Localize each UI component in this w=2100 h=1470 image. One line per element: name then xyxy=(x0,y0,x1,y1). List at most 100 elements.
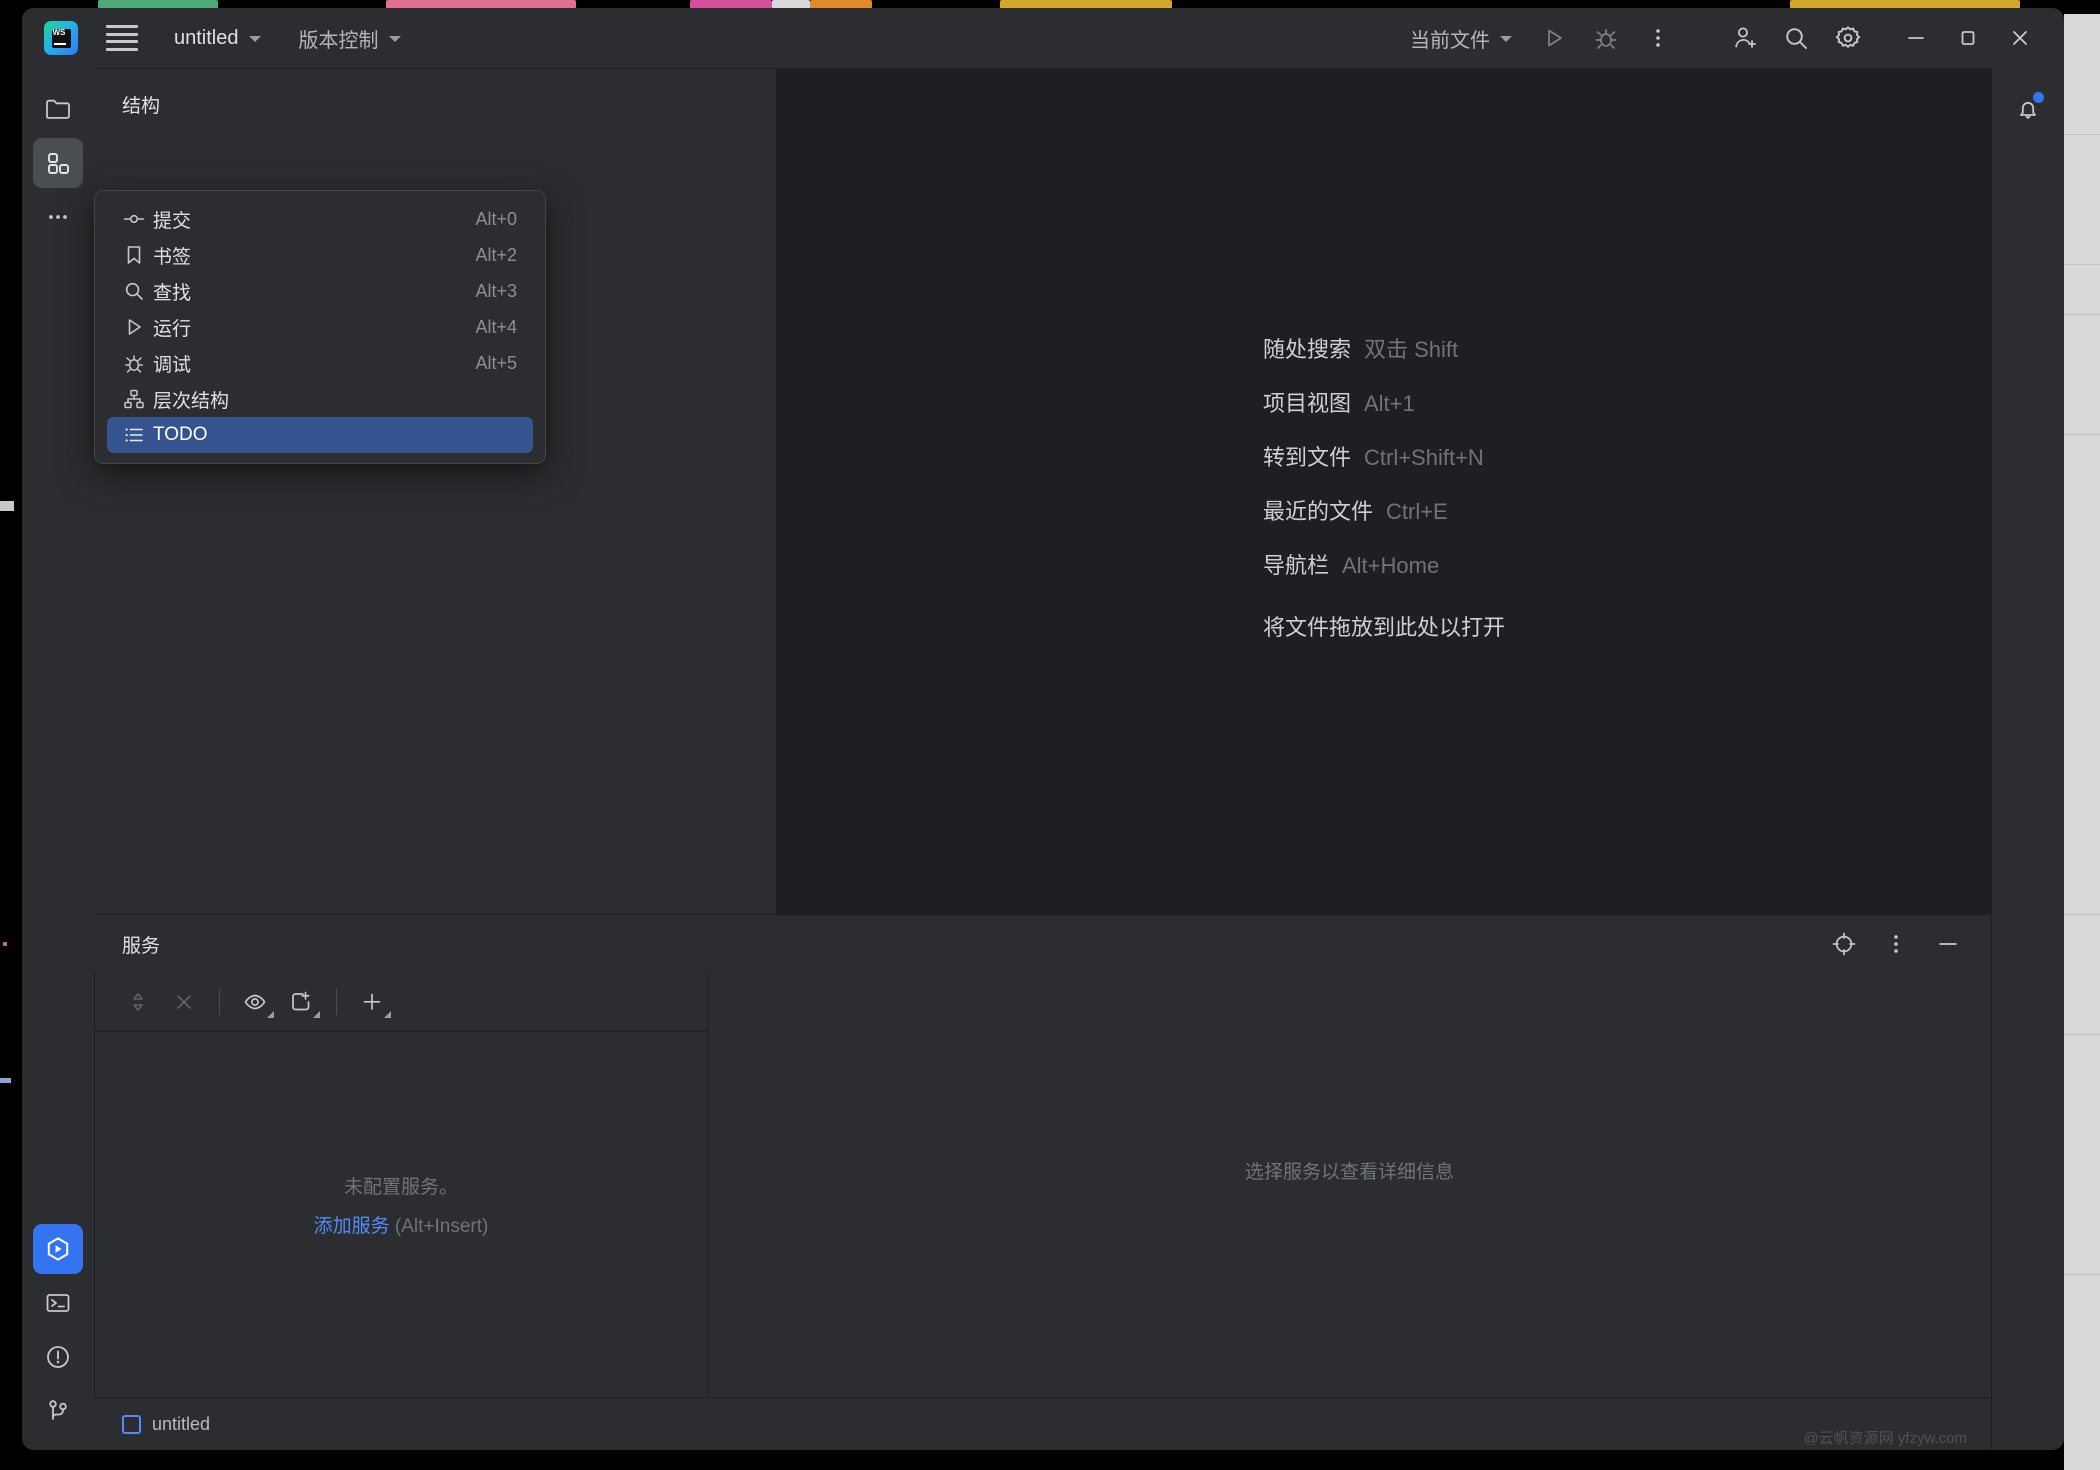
more-vertical-icon xyxy=(1656,29,1660,47)
watermark-text: @云帆资源网 yfzyw.com xyxy=(1803,1430,1967,1447)
sidebar-item-project[interactable] xyxy=(33,84,83,134)
search-icon xyxy=(123,280,153,302)
welcome-shortcut-row: 随处搜索 双击 Shift xyxy=(1263,332,1505,386)
version-control-label: 版本控制 xyxy=(298,29,379,52)
remove-icon xyxy=(177,995,191,1009)
services-title: 服务 xyxy=(122,935,161,957)
services-detail-pane: 选择服务以查看详细信息 xyxy=(708,973,1991,1397)
expand-collapse-button[interactable] xyxy=(115,982,161,1022)
desktop-artifact-left-3 xyxy=(3,942,7,946)
menu-item-书签[interactable]: 书签 Alt+2 xyxy=(107,237,533,273)
locate-target-button[interactable] xyxy=(1827,927,1861,961)
sidebar-item-problems[interactable] xyxy=(33,1332,83,1382)
run-icon xyxy=(123,316,153,338)
menu-item-层次结构[interactable]: 层次结构 xyxy=(107,381,533,417)
main-menu-button[interactable] xyxy=(106,25,138,51)
new-tab-button[interactable] xyxy=(278,982,324,1022)
run-button[interactable] xyxy=(1528,16,1580,60)
view-options-button[interactable] xyxy=(232,982,278,1022)
sidebar-item-more-tool-windows[interactable] xyxy=(33,192,83,242)
structure-panel-title: 结构 xyxy=(122,96,161,117)
menu-item-shortcut: Alt+3 xyxy=(475,280,517,301)
editor-scrollbar[interactable] xyxy=(1985,69,1991,914)
add-service-link[interactable]: 添加服务 xyxy=(314,1216,390,1237)
welcome-action-label: 最近的文件 xyxy=(1262,498,1373,524)
settings-button[interactable] xyxy=(1822,16,1874,60)
menu-item-label: 提交 xyxy=(153,210,192,232)
add-account-button[interactable] xyxy=(1718,16,1770,60)
welcome-shortcut-label: Ctrl+Shift+N xyxy=(1364,444,1484,470)
add-account-icon xyxy=(1735,27,1756,48)
menu-item-调试[interactable]: 调试 Alt+5 xyxy=(107,345,533,381)
add-icon xyxy=(363,993,381,1010)
menu-item-shortcut: Alt+5 xyxy=(475,352,517,373)
title-bar: untitled 版本控制 当前文件 xyxy=(22,8,2064,68)
search-everywhere-button[interactable] xyxy=(1770,16,1822,60)
add-service-shortcut: (Alt+Insert) xyxy=(394,1215,489,1237)
background-window-right xyxy=(2064,14,2100,1470)
sidebar-item-terminal[interactable] xyxy=(33,1278,83,1328)
project-square-icon xyxy=(122,1414,141,1434)
welcome-shortcut-row: 项目视图 Alt+1 xyxy=(1263,386,1505,440)
menu-item-运行[interactable]: 运行 Alt+4 xyxy=(107,309,533,345)
desktop-artifact-left-2 xyxy=(0,1078,11,1083)
expand-collapse-icon xyxy=(133,993,143,1011)
terminal-icon xyxy=(46,1294,70,1312)
menu-item-查找[interactable]: 查找 Alt+3 xyxy=(107,273,533,309)
maximize-window-button[interactable] xyxy=(1942,16,1994,60)
hide-services-panel-button[interactable] xyxy=(1931,927,1965,961)
sidebar-item-version-control[interactable] xyxy=(33,1386,83,1436)
welcome-shortcut-label: Ctrl+E xyxy=(1386,498,1448,524)
more-tool-windows-icon xyxy=(49,215,67,219)
project-name-button[interactable]: untitled xyxy=(168,22,267,55)
menu-item-shortcut: Alt+0 xyxy=(475,208,517,229)
menu-item-label: 层次结构 xyxy=(153,390,230,412)
dropdown-triangle-icon xyxy=(267,1011,274,1018)
menu-item-todo[interactable]: TODO xyxy=(107,417,533,453)
more-actions-button[interactable] xyxy=(1632,16,1684,60)
services-header-actions xyxy=(1827,927,1965,961)
chevron-down-icon xyxy=(1500,36,1512,42)
status-project-item[interactable]: untitled xyxy=(116,1410,216,1439)
ide-window: untitled 版本控制 当前文件 xyxy=(22,8,2064,1450)
welcome-shortcut-row: 转到文件 Ctrl+Shift+N xyxy=(1263,440,1505,494)
project-name-label: untitled xyxy=(174,26,239,49)
dropdown-triangle-icon xyxy=(313,1011,320,1018)
welcome-shortcut-label: Alt+Home xyxy=(1342,552,1440,578)
drop-files-hint: 将文件拖放到此处以打开 xyxy=(1262,614,1505,640)
welcome-action-label: 导航栏 xyxy=(1262,552,1329,578)
debug-button[interactable] xyxy=(1580,16,1632,60)
add-service-button[interactable] xyxy=(349,982,395,1022)
version-control-button[interactable]: 版本控制 xyxy=(293,19,407,58)
minimize-window-button[interactable] xyxy=(1890,16,1942,60)
services-icon xyxy=(47,1237,69,1261)
services-add-line: 添加服务 (Alt+Insert) xyxy=(314,1211,489,1238)
todo-icon xyxy=(123,424,153,446)
notifications-button[interactable] xyxy=(2003,84,2053,134)
search-icon xyxy=(1786,28,1807,49)
menu-item-shortcut: Alt+2 xyxy=(475,244,517,265)
run-configuration-selector[interactable]: 当前文件 xyxy=(1404,19,1518,58)
sidebar-item-structure[interactable] xyxy=(33,138,83,188)
editor-empty-state[interactable]: 随处搜索 双击 Shift 项目视图 Alt+1 转到文件 Ctrl+Shift+N 最近的… xyxy=(777,69,1991,914)
chevron-down-icon xyxy=(248,36,261,42)
background-window-line xyxy=(2064,264,2100,265)
sidebar-item-services[interactable] xyxy=(33,1224,83,1274)
background-window-line xyxy=(2064,134,2100,135)
menu-item-提交[interactable]: 提交 Alt+0 xyxy=(107,201,533,237)
options-more-icon xyxy=(1894,935,1898,953)
dropdown-triangle-icon xyxy=(384,1011,391,1018)
services-options-button[interactable] xyxy=(1879,927,1913,961)
run-icon xyxy=(1548,29,1562,47)
services-body: 未配置服务。 添加服务 (Alt+Insert) 选择服务以查看详细信息 xyxy=(94,973,1991,1397)
welcome-shortcut-label: 双击 Shift xyxy=(1364,336,1459,362)
hierarchy-icon xyxy=(123,388,153,410)
remove-service-button[interactable] xyxy=(161,982,207,1022)
services-detail-hint: 选择服务以查看详细信息 xyxy=(1244,1161,1454,1183)
settings-gear-icon xyxy=(1835,26,1861,48)
right-tool-window-strip xyxy=(1991,68,2064,1450)
status-project-label: untitled xyxy=(152,1413,211,1434)
status-bar: untitled @云帆资源网 yfzyw.com xyxy=(94,1397,1991,1450)
close-window-button[interactable] xyxy=(1994,16,2046,60)
background-window-line xyxy=(2064,1034,2100,1035)
